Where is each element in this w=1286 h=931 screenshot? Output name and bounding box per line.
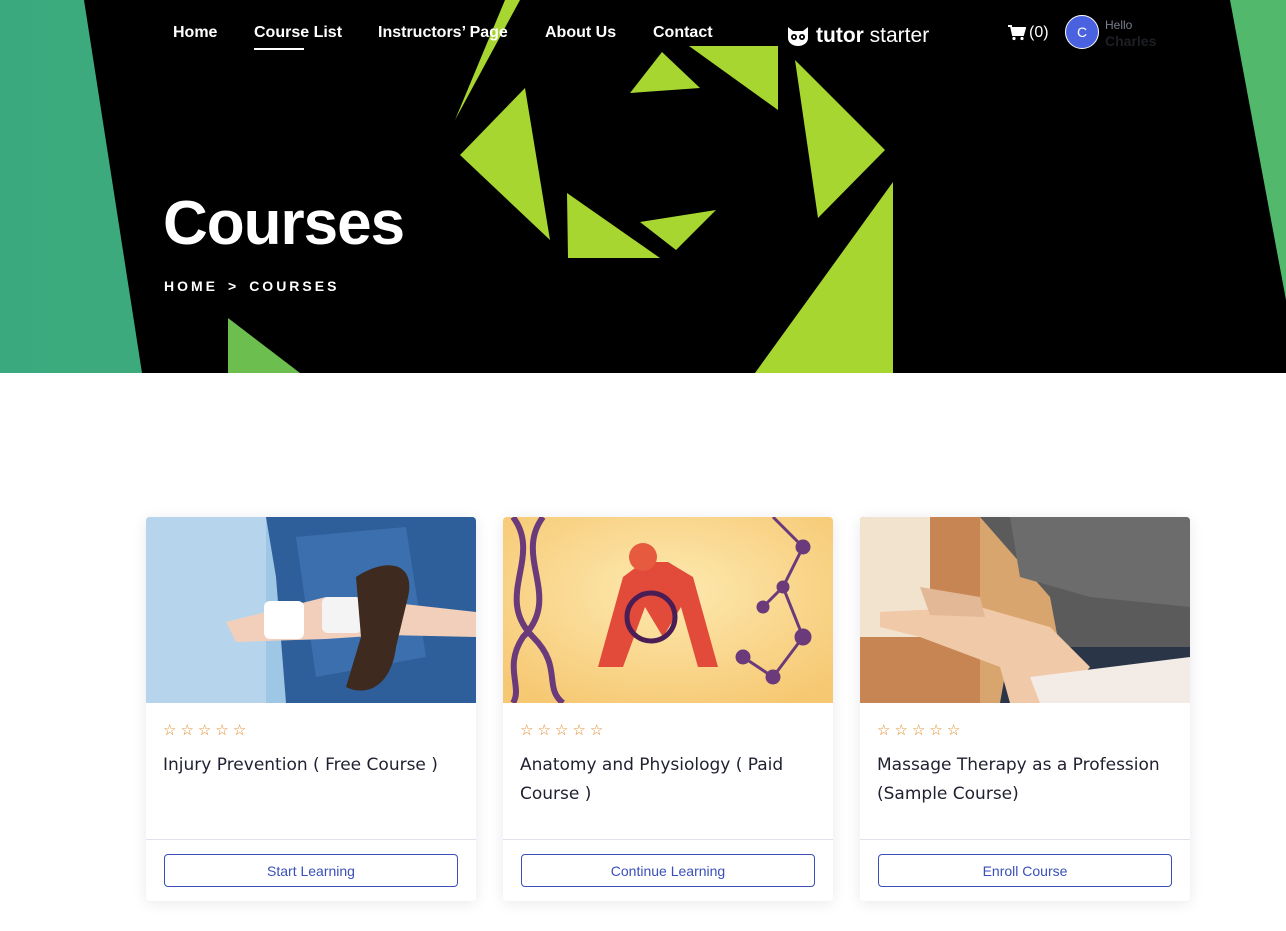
star-outline-icon: ☆	[215, 722, 229, 739]
star-outline-icon: ☆	[554, 722, 569, 739]
avatar[interactable]: C	[1065, 15, 1099, 49]
breadcrumb-current: COURSES	[249, 278, 340, 294]
course-card[interactable]: ☆ ☆ ☆ ☆ ☆ Injury Prevention ( Free Cours…	[146, 517, 476, 901]
rating-stars: ☆ ☆ ☆ ☆ ☆	[877, 723, 960, 738]
hero-banner: Home Course List Instructors’ Page About…	[0, 0, 1286, 373]
start-learning-button[interactable]: Start Learning	[164, 854, 458, 887]
star-outline-icon: ☆	[232, 722, 247, 739]
card-divider	[146, 839, 476, 840]
star-outline-icon: ☆	[163, 722, 177, 739]
owl-logo-icon	[788, 27, 808, 46]
star-outline-icon: ☆	[911, 722, 926, 739]
course-title[interactable]: Anatomy and Physiology ( Paid Course )	[520, 751, 820, 809]
course-thumbnail[interactable]	[860, 517, 1190, 703]
star-outline-icon: ☆	[520, 722, 534, 739]
continue-learning-button[interactable]: Continue Learning	[521, 854, 815, 887]
rating-stars: ☆ ☆ ☆ ☆ ☆	[520, 723, 603, 738]
logo-text-light: starter	[869, 24, 930, 47]
card-divider	[860, 839, 1190, 840]
star-outline-icon: ☆	[894, 722, 908, 739]
site-logo[interactable]: tutor starter	[786, 24, 929, 48]
avatar-initial: C	[1076, 24, 1088, 40]
logo-text-bold: tutor	[816, 24, 864, 47]
star-outline-icon: ☆	[197, 722, 212, 739]
nav-about-us[interactable]: About Us	[545, 24, 616, 42]
page-title: Courses	[163, 189, 405, 258]
nav-instructors-page[interactable]: Instructors’ Page	[378, 24, 508, 42]
course-thumbnail[interactable]	[146, 517, 476, 703]
star-outline-icon: ☆	[537, 722, 551, 739]
nav-contact[interactable]: Contact	[653, 24, 713, 42]
breadcrumb-separator: >	[228, 278, 240, 294]
star-outline-icon: ☆	[877, 722, 891, 739]
star-outline-icon: ☆	[589, 722, 604, 739]
star-outline-icon: ☆	[572, 722, 586, 739]
top-navigation: Home Course List Instructors’ Page About…	[0, 0, 1286, 70]
course-title[interactable]: Injury Prevention ( Free Course )	[163, 751, 463, 780]
card-divider	[503, 839, 833, 840]
nav-home[interactable]: Home	[173, 24, 217, 42]
star-outline-icon: ☆	[946, 722, 961, 739]
star-outline-icon: ☆	[929, 722, 943, 739]
user-name[interactable]: Charles	[1105, 33, 1156, 49]
course-title[interactable]: Massage Therapy as a Profession (Sample …	[877, 751, 1177, 809]
cart-icon	[1008, 25, 1026, 41]
rating-stars: ☆ ☆ ☆ ☆ ☆	[163, 723, 246, 738]
cart-button[interactable]: (0)	[1008, 24, 1049, 42]
breadcrumb-home[interactable]: HOME	[164, 278, 218, 294]
course-thumbnail[interactable]	[503, 517, 833, 703]
course-card[interactable]: ☆ ☆ ☆ ☆ ☆ Anatomy and Physiology ( Paid …	[503, 517, 833, 901]
star-outline-icon: ☆	[180, 722, 194, 739]
course-card[interactable]: ☆ ☆ ☆ ☆ ☆ Massage Therapy as a Professio…	[860, 517, 1190, 901]
breadcrumb: HOME > COURSES	[164, 278, 339, 294]
nav-course-list[interactable]: Course List	[254, 24, 342, 50]
cart-count: (0)	[1029, 24, 1049, 41]
enroll-course-button[interactable]: Enroll Course	[878, 854, 1172, 887]
course-grid: ☆ ☆ ☆ ☆ ☆ Injury Prevention ( Free Cours…	[146, 517, 1190, 901]
greeting-label: Hello	[1105, 18, 1133, 32]
